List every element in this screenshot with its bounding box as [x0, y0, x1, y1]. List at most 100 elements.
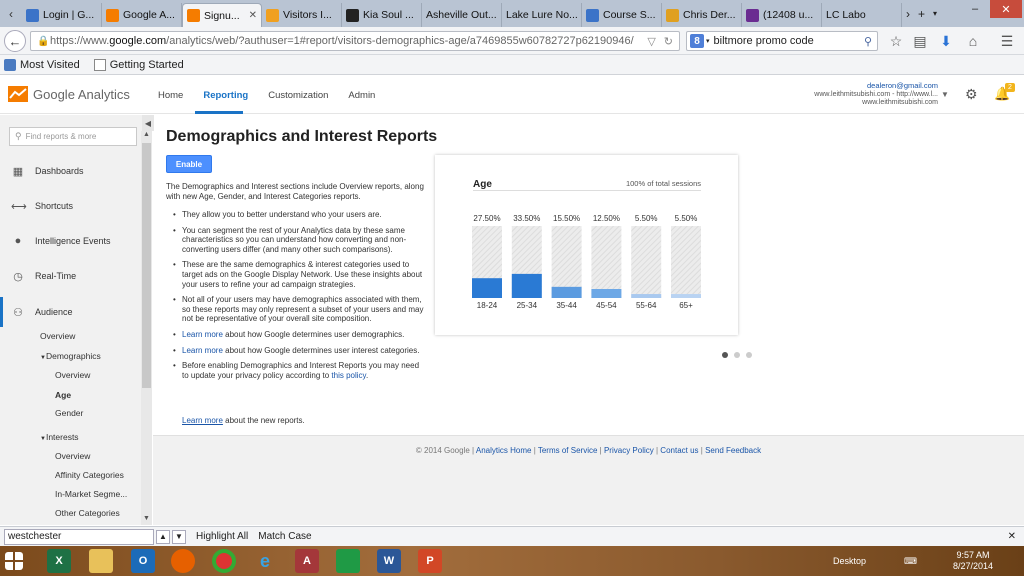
reload-icon[interactable]: ↻ [664, 35, 673, 48]
google-search-icon[interactable]: 8 [690, 34, 704, 48]
sidebar-scrollbar[interactable]: ▲ ▼ [141, 131, 152, 525]
excel-icon[interactable]: X [47, 549, 71, 573]
firefox-icon[interactable] [171, 549, 195, 573]
bar-18-24[interactable] [472, 278, 502, 298]
browser-tab[interactable]: Kia Soul ... [342, 3, 422, 27]
sidebar-item-real-time[interactable]: ◷ Real-Time [0, 261, 140, 291]
footer-link[interactable]: Contact us [660, 446, 698, 455]
learn-more-new-reports-link[interactable]: Learn more [182, 416, 223, 425]
sidebar-item-intelligence-events[interactable]: ● Intelligence Events [0, 226, 140, 256]
sidebar-demographics-overview[interactable]: Overview [55, 370, 90, 380]
find-previous-icon[interactable]: ▲ [156, 529, 170, 544]
browser-tab[interactable]: Signu... ✕ [182, 3, 262, 27]
sidebar-demographics[interactable]: ▼Demographics [40, 351, 101, 361]
bar-65+[interactable] [671, 294, 701, 298]
browser-tab[interactable]: Asheville Out... [422, 3, 502, 27]
browser-tab[interactable]: Chris Der... [662, 3, 742, 27]
scroll-up-icon[interactable]: ▲ [141, 131, 152, 141]
footer-link[interactable]: Send Feedback [705, 446, 761, 455]
sidebar-item-audience[interactable]: ⚇ Audience [0, 297, 140, 327]
tab-list-button[interactable]: ▾ [929, 0, 941, 27]
dropdown-icon[interactable]: ▽ [647, 35, 655, 48]
menu-icon[interactable]: ☰ [997, 32, 1017, 50]
tab-scroll-right-icon[interactable]: › [902, 0, 914, 27]
bookmark-star-icon[interactable]: ☆ [886, 32, 906, 50]
search-bar[interactable]: 8 ▾ biltmore promo code ⚲ [686, 31, 878, 51]
search-engine-caret-icon[interactable]: ▾ [706, 37, 710, 45]
browser-tab[interactable]: Course S... [582, 3, 662, 27]
highlight-all-button[interactable]: Highlight All [196, 531, 248, 542]
footer-link[interactable]: Terms of Service [538, 446, 598, 455]
footer-link[interactable]: Analytics Home [476, 446, 532, 455]
sidebar-affinity-categories[interactable]: Affinity Categories [55, 470, 124, 480]
new-tab-button[interactable]: + [914, 0, 929, 27]
address-bar[interactable]: 🔒 https://www. google.com/analytics/web/?… [30, 31, 680, 51]
ga-logo[interactable]: Google Analytics [8, 86, 130, 102]
browser-tab[interactable]: LC Labo [822, 3, 902, 27]
bar-25-34[interactable] [511, 273, 542, 298]
report-search-input[interactable]: ⚲ Find reports & more [9, 127, 137, 146]
bar-35-44[interactable] [551, 286, 582, 298]
keyboard-icon[interactable]: ⌨ [904, 546, 917, 576]
ga-nav-reporting[interactable]: Reporting [203, 90, 248, 101]
bookmarks-list-icon[interactable]: ▤ [910, 32, 930, 50]
enable-button[interactable]: Enable [166, 155, 212, 173]
sidebar-interests-overview[interactable]: Overview [55, 451, 90, 461]
ga-nav-customization[interactable]: Customization [268, 90, 328, 101]
downloads-icon[interactable]: ⬇ [936, 32, 956, 50]
chrome-icon[interactable] [212, 549, 236, 573]
account-caret-icon[interactable]: ▼ [941, 90, 949, 99]
sidebar-audience-overview[interactable]: Overview [40, 331, 75, 341]
bar-55-64[interactable] [631, 294, 662, 298]
match-case-checkbox[interactable]: Match Case [258, 531, 311, 542]
learn-more-interests-link[interactable]: Learn more [182, 346, 223, 355]
sidebar-item-dashboards[interactable]: ▦ Dashboards [0, 156, 140, 186]
carousel-dot[interactable] [722, 352, 728, 358]
sidebar-item-shortcuts[interactable]: ⟷ Shortcuts [0, 191, 140, 221]
bar-45-54[interactable] [591, 289, 622, 298]
browser-tab[interactable]: (12408 u... [742, 3, 822, 27]
system-clock[interactable]: 9:57 AM 8/27/2014 [948, 550, 998, 572]
find-input[interactable]: westchester [4, 528, 154, 545]
footer-link[interactable]: Privacy Policy [604, 446, 654, 455]
account-selector[interactable]: dealeron@gmail.com www.leithmitsubishi.c… [814, 81, 938, 108]
sidebar-interests[interactable]: ▼Interests [40, 432, 79, 442]
gear-icon[interactable]: ⚙ [965, 86, 978, 103]
sidebar-in-market-segments[interactable]: In-Market Segme... [55, 489, 127, 499]
browser-tab[interactable]: Lake Lure No... [502, 3, 582, 27]
tab-scroll-left-icon[interactable]: ‹ [0, 0, 22, 27]
minimize-icon[interactable]: – [962, 0, 988, 18]
access-icon[interactable]: A [295, 549, 319, 573]
back-button[interactable]: ← [4, 30, 26, 52]
ga-nav-admin[interactable]: Admin [348, 90, 375, 101]
carousel-dot[interactable] [734, 352, 740, 358]
home-icon[interactable]: ⌂ [963, 32, 983, 50]
policy-link[interactable]: this policy [331, 371, 366, 380]
bookmark-getting-started[interactable]: Getting Started [93, 58, 184, 71]
scrollbar-thumb[interactable] [142, 143, 151, 388]
sidebar-age[interactable]: Age [55, 390, 71, 400]
close-window-icon[interactable]: ✕ [990, 0, 1022, 18]
windows-start-icon[interactable] [5, 552, 23, 570]
outlook-icon[interactable]: O [131, 549, 155, 573]
internet-explorer-icon[interactable]: e [253, 549, 277, 573]
sidebar-other-categories[interactable]: Other Categories [55, 508, 120, 518]
file-explorer-icon[interactable] [89, 549, 113, 573]
search-icon[interactable]: ⚲ [864, 35, 872, 48]
close-find-bar-icon[interactable]: ✕ [1008, 531, 1016, 542]
ga-nav-home[interactable]: Home [158, 90, 183, 101]
browser-tab[interactable]: Google A... [102, 3, 182, 27]
learn-more-demographics-link[interactable]: Learn more [182, 330, 223, 339]
store-icon[interactable] [336, 549, 360, 573]
sidebar-gender[interactable]: Gender [55, 408, 83, 418]
find-next-icon[interactable]: ▼ [172, 529, 186, 544]
desktop-toolbar[interactable]: Desktop [833, 546, 866, 576]
scroll-down-icon[interactable]: ▼ [141, 515, 152, 525]
carousel-dot[interactable] [746, 352, 752, 358]
close-tab-icon[interactable]: ✕ [249, 10, 257, 21]
browser-tab[interactable]: Visitors I... [262, 3, 342, 27]
bookmark-most-visited[interactable]: Most Visited [4, 58, 80, 71]
browser-tab[interactable]: Login | G... [22, 3, 102, 27]
word-icon[interactable]: W [377, 549, 401, 573]
powerpoint-icon[interactable]: P [418, 549, 442, 573]
